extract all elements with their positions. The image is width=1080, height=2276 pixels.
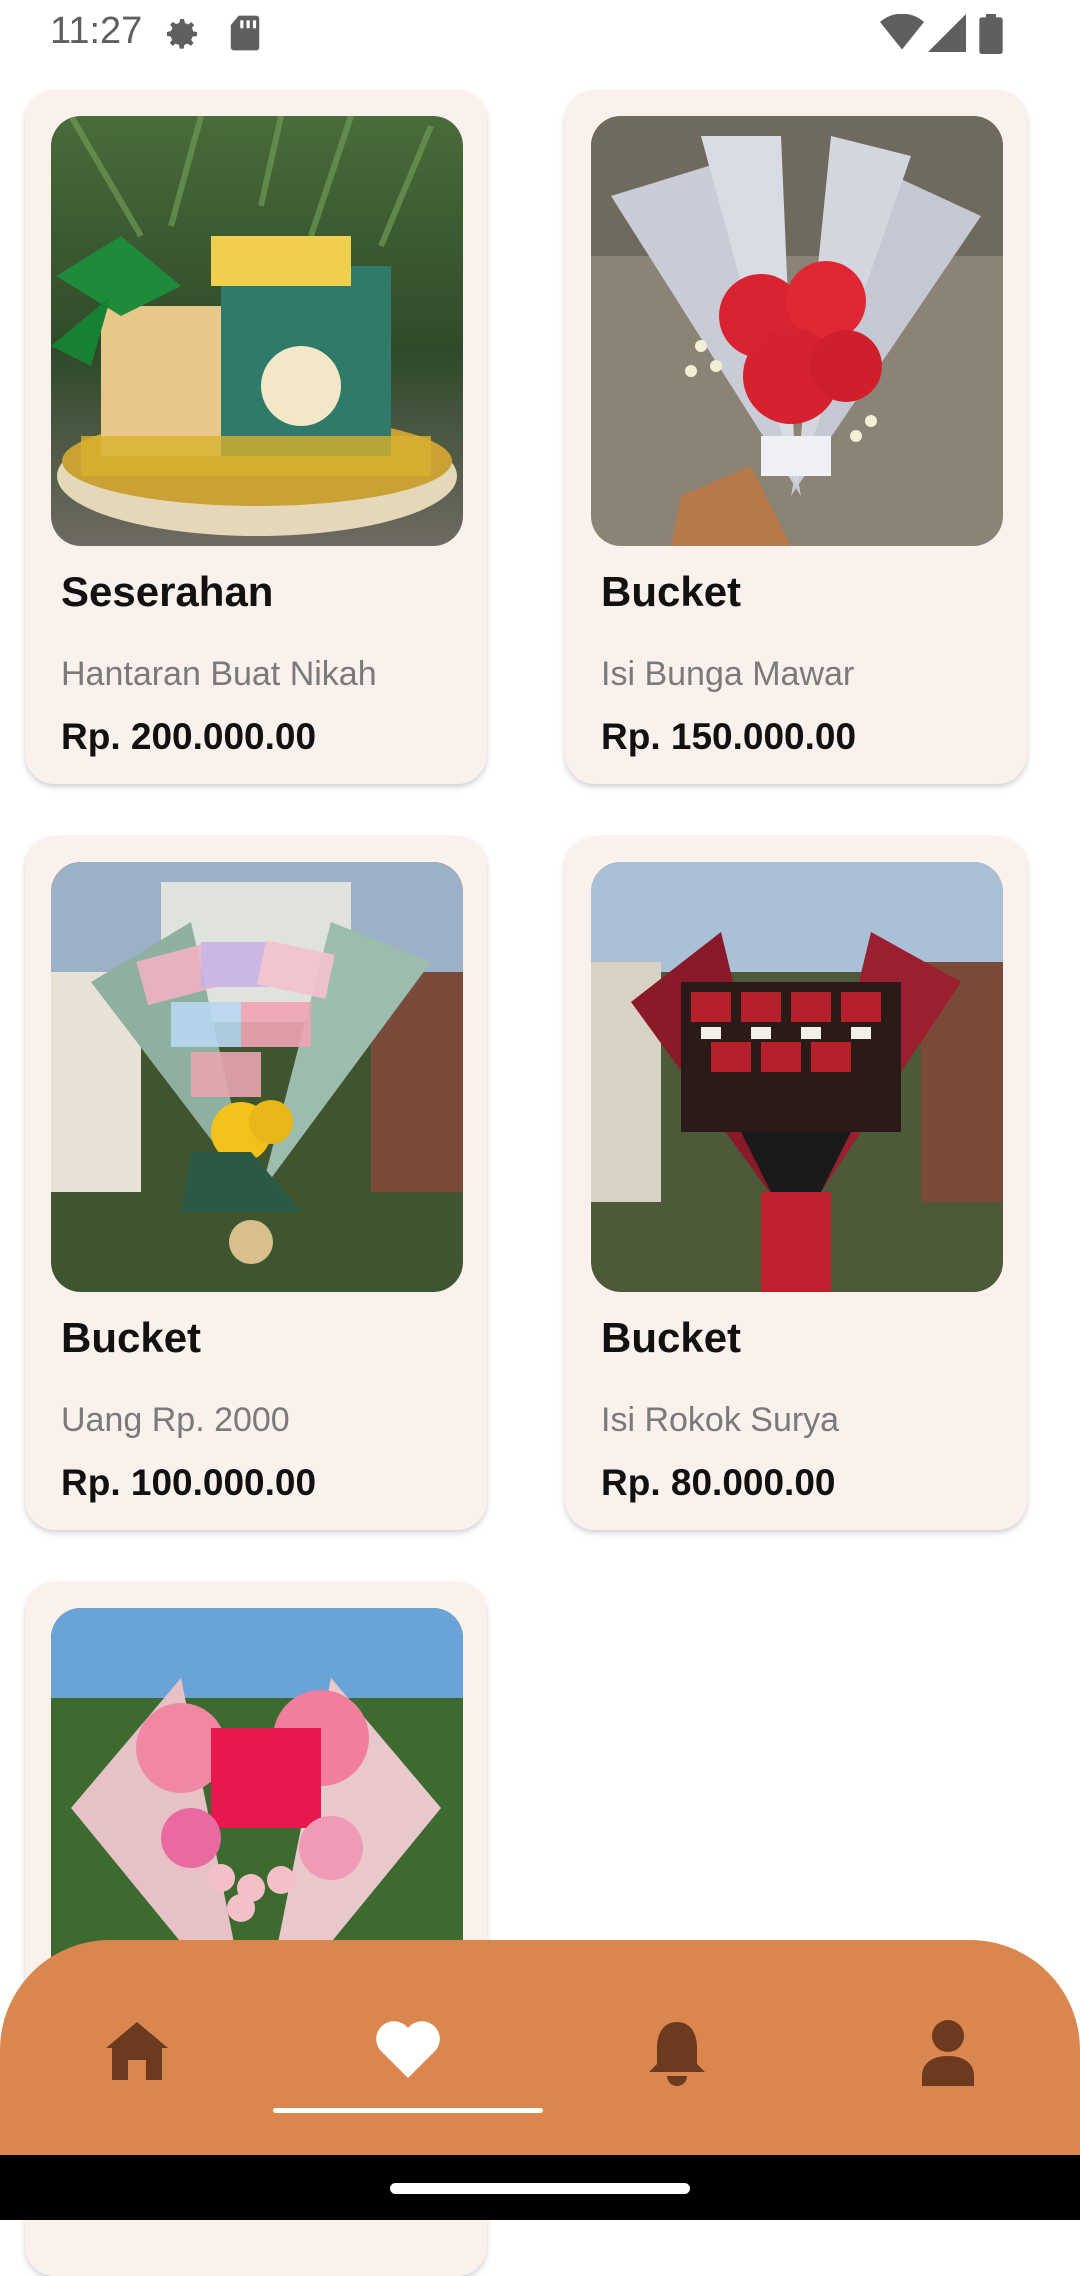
product-card[interactable]: Bucket Isi Rokok Surya Rp. 80.000.00 [565, 836, 1027, 1530]
nav-home[interactable] [47, 1940, 227, 2155]
product-title: Bucket [601, 568, 742, 615]
product-price: Rp. 150.000.00 [601, 716, 857, 757]
home-icon [106, 2022, 168, 2080]
nav-profile[interactable] [858, 1940, 1038, 2155]
product-title: Seserahan [61, 568, 274, 615]
product-subtitle: Uang Rp. 2000 [61, 1401, 290, 1439]
rose-bouquet-photo [591, 116, 1003, 546]
product-subtitle: Isi Bunga Mawar [601, 655, 855, 693]
product-title: Bucket [601, 1314, 742, 1361]
product-price: Rp. 100.000.00 [61, 1462, 317, 1503]
wifi-icon [880, 14, 924, 50]
nav-favorites[interactable] [318, 1940, 498, 2155]
product-subtitle: Hantaran Buat Nikah [61, 655, 377, 693]
cigarette-bouquet-photo [591, 862, 1003, 1292]
product-card[interactable]: Seserahan Hantaran Buat Nikah Rp. 200.00… [25, 90, 487, 784]
product-card[interactable]: Bucket Uang Rp. 2000 Rp. 100.000.00 [25, 836, 487, 1530]
bell-icon [649, 2022, 705, 2086]
person-icon [922, 2020, 974, 2086]
product-price: Rp. 80.000.00 [601, 1462, 836, 1503]
home-gesture-handle[interactable] [390, 2183, 690, 2194]
status-bar: 11:27 [0, 0, 1080, 66]
battery-icon [979, 14, 1003, 54]
heart-icon [376, 2021, 440, 2078]
product-title: Bucket [61, 1314, 202, 1361]
gesture-navigation-bar [0, 2155, 1080, 2220]
nav-notifications[interactable] [587, 1940, 767, 2155]
money-bouquet-photo [51, 862, 463, 1292]
gift-hamper-photo [51, 116, 463, 546]
signal-icon [928, 14, 966, 52]
status-time: 11:27 [50, 10, 143, 52]
product-subtitle: Isi Rokok Surya [601, 1401, 840, 1439]
settings-icon [167, 19, 197, 49]
product-price: Rp. 200.000.00 [61, 716, 317, 757]
sd-card-icon [230, 15, 260, 51]
product-card[interactable]: Bucket Isi Bunga Mawar Rp. 150.000.00 [565, 90, 1027, 784]
active-tab-indicator [273, 2108, 543, 2113]
bottom-nav [0, 1940, 1080, 2155]
